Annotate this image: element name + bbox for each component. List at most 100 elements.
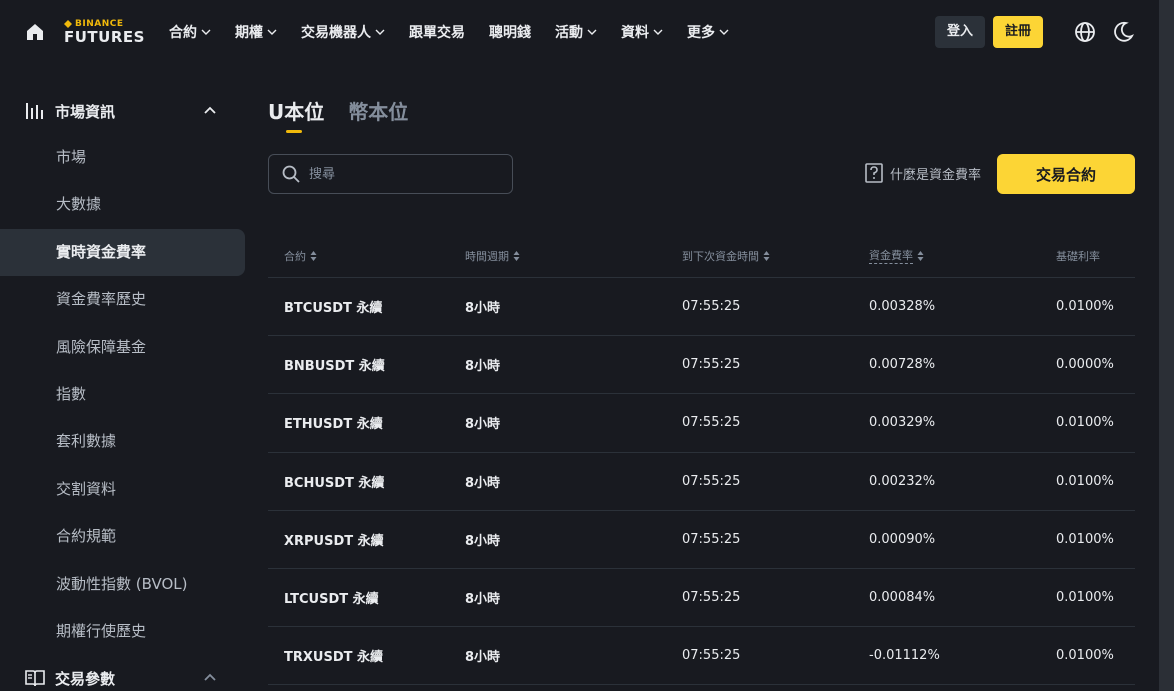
table-row[interactable]: XRPUSDT 永續 8小時 07:55:25 0.00090% 0.0100%	[268, 511, 1135, 569]
nav-item-label: 交易機器人	[300, 25, 371, 41]
sort-icon[interactable]	[310, 250, 317, 261]
register-button[interactable]: 註冊	[992, 16, 1043, 48]
main-content: U本位幣本位 什麼是資金費率 交易合約 合約 時間週期 到下次資金時間 資金費率 基礎利…	[268, 88, 1135, 686]
table-cell: TRXUSDT 永續	[284, 650, 384, 666]
nav-item[interactable]: 資料	[621, 22, 663, 42]
dark-mode-moon-icon[interactable]	[1111, 20, 1135, 44]
table-row[interactable]: BNBUSDT 永續 8小時 07:55:25 0.00728% 0.0000%	[268, 336, 1135, 395]
nav-item[interactable]: 聰明錢	[489, 22, 531, 42]
table-cell: XRPUSDT 永續	[284, 533, 384, 549]
table-cell: 0.00728%	[869, 357, 936, 373]
tab[interactable]: 幣本位	[348, 88, 408, 132]
sidebar-item[interactable]: 指數	[0, 371, 245, 418]
table-cell: 07:55:25	[682, 473, 741, 489]
table-cell: 8小時	[465, 359, 501, 375]
column-header[interactable]: 資金費率	[869, 247, 1056, 264]
sidebar: 市場資訊 市場 大數據 實時資金費率 資金費率歷史 風險保障基金 指數 套利數據 交割資料 合約…	[0, 88, 245, 691]
table-cell: 8小時	[465, 650, 501, 666]
sort-icon[interactable]	[763, 250, 770, 261]
table-cell: 8小時	[465, 533, 501, 549]
table-cell: 0.00090%	[869, 531, 936, 547]
sidebar-item[interactable]: 風險保障基金	[0, 324, 245, 371]
table-header: 合約 時間週期 到下次資金時間 資金費率 基礎利率	[268, 234, 1135, 278]
contract-type-tabs: U本位 幣本位	[268, 88, 1135, 133]
table-row[interactable]: LTCUSDT 永續 8小時 07:55:25 0.00084% 0.0100%	[268, 569, 1135, 628]
help-label: 什麼是資金費率	[889, 167, 981, 183]
chevron-down-icon	[587, 29, 597, 35]
table-cell: 07:55:25	[682, 415, 741, 431]
toolbar: 什麼是資金費率 交易合約	[268, 154, 1135, 202]
sidebar-item[interactable]: 實時資金費率	[0, 228, 245, 277]
sidebar-item[interactable]: 大數據	[0, 181, 245, 228]
sort-icon[interactable]	[513, 250, 520, 261]
table-cell: 0.00329%	[869, 415, 936, 431]
sidebar-group-trading-params[interactable]: 交易參數	[0, 655, 245, 691]
table-cell: -0.01112%	[869, 648, 940, 664]
sidebar-item[interactable]: 市場	[0, 134, 245, 181]
table-cell: 0.0100%	[1056, 531, 1114, 547]
table-row[interactable]: TRXUSDT 永續 8小時 07:55:25 -0.01112% 0.0100%	[268, 627, 1135, 686]
table-row[interactable]: BTCUSDT 永續 8小時 07:55:25 0.00328% 0.0100%	[268, 278, 1135, 337]
nav-item-label: 更多	[686, 25, 715, 41]
sidebar-items: 市場 大數據 實時資金費率 資金費率歷史 風險保障基金 指數 套利數據 交割資料 合約規範 波動性…	[0, 134, 245, 655]
page-scrollbar[interactable]	[1159, 0, 1174, 691]
column-header-label: 合約	[284, 249, 306, 263]
sidebar-item[interactable]: 波動性指數 (BVOL)	[0, 561, 245, 608]
nav-item[interactable]: 活動	[555, 22, 597, 42]
nav-item[interactable]: 更多	[687, 22, 729, 42]
table-cell: 8小時	[465, 417, 501, 433]
binance-futures-logo[interactable]: BINANCE FUTURES	[64, 19, 145, 46]
column-header[interactable]: 時間週期	[465, 248, 682, 264]
table-row[interactable]: BCHUSDT 永續 8小時 07:55:25 0.00232% 0.0100%	[268, 453, 1135, 511]
nav-item[interactable]: 交易機器人	[301, 22, 385, 42]
nav-item-label: 資料	[620, 25, 649, 41]
search-icon	[282, 165, 300, 183]
sidebar-group-market-info[interactable]: 市場資訊	[0, 88, 245, 134]
search-box[interactable]	[268, 154, 513, 194]
login-button[interactable]: 登入	[934, 16, 985, 48]
question-book-icon	[865, 163, 883, 183]
nav-item[interactable]: 跟單交易	[409, 22, 465, 42]
sidebar-item[interactable]: 交割資料	[0, 466, 245, 513]
table-cell: 0.0100%	[1056, 299, 1114, 315]
sidebar-item[interactable]: 資金費率歷史	[0, 276, 245, 323]
table-cell: BTCUSDT 永續	[284, 301, 383, 317]
sidebar-item[interactable]: 期權行使歷史	[0, 608, 245, 655]
sort-icon[interactable]	[917, 250, 924, 261]
column-header[interactable]: 到下次資金時間	[682, 248, 869, 264]
chevron-down-icon	[201, 29, 211, 35]
search-input[interactable]	[309, 166, 489, 182]
column-header[interactable]: 合約	[268, 248, 465, 264]
funding-rate-table: 合約 時間週期 到下次資金時間 資金費率 基礎利率 BTCUSDT 永續 8小時 07:55…	[268, 234, 1135, 686]
funding-rate-help-link[interactable]: 什麼是資金費率	[864, 162, 981, 184]
nav-item[interactable]: 期權	[235, 22, 277, 42]
nav-item[interactable]: 合約	[169, 22, 211, 42]
table-cell: ETHUSDT 永續	[284, 417, 383, 433]
chevron-up-icon[interactable]	[203, 104, 217, 118]
sidebar-item[interactable]: 合約規範	[0, 513, 245, 560]
binance-diamond-icon	[64, 20, 72, 28]
nav-item-label: 跟單交易	[408, 25, 465, 41]
book-icon	[25, 670, 45, 687]
trade-contract-button[interactable]: 交易合約	[997, 154, 1135, 194]
sidebar-group-label: 市場資訊	[55, 102, 116, 121]
tab[interactable]: U本位	[268, 88, 324, 133]
nav-item-label: 聰明錢	[488, 25, 531, 41]
table-cell: LTCUSDT 永續	[284, 592, 379, 608]
chevron-down-icon	[375, 29, 385, 35]
table-cell: 0.00232%	[869, 473, 936, 489]
column-header-label: 資金費率	[869, 249, 913, 264]
home-icon[interactable]	[24, 21, 46, 43]
chevron-up-icon[interactable]	[203, 671, 217, 685]
table-body: BTCUSDT 永續 8小時 07:55:25 0.00328% 0.0100% BNBU…	[268, 278, 1135, 686]
table-cell: 8小時	[465, 592, 501, 608]
globe-icon[interactable]	[1073, 20, 1097, 44]
sidebar-group-label: 交易參數	[55, 669, 116, 688]
logo-line2: FUTURES	[64, 27, 145, 46]
table-cell: 07:55:25	[682, 531, 741, 547]
nav-item-label: 期權	[234, 25, 263, 41]
sidebar-item[interactable]: 套利數據	[0, 418, 245, 465]
table-cell: 07:55:25	[682, 590, 741, 606]
table-row[interactable]: ETHUSDT 永續 8小時 07:55:25 0.00329% 0.0100%	[268, 394, 1135, 453]
main-menu: 合約 期權 交易機器人 跟單交易 聰明錢 活動 資料 更多	[169, 22, 729, 42]
